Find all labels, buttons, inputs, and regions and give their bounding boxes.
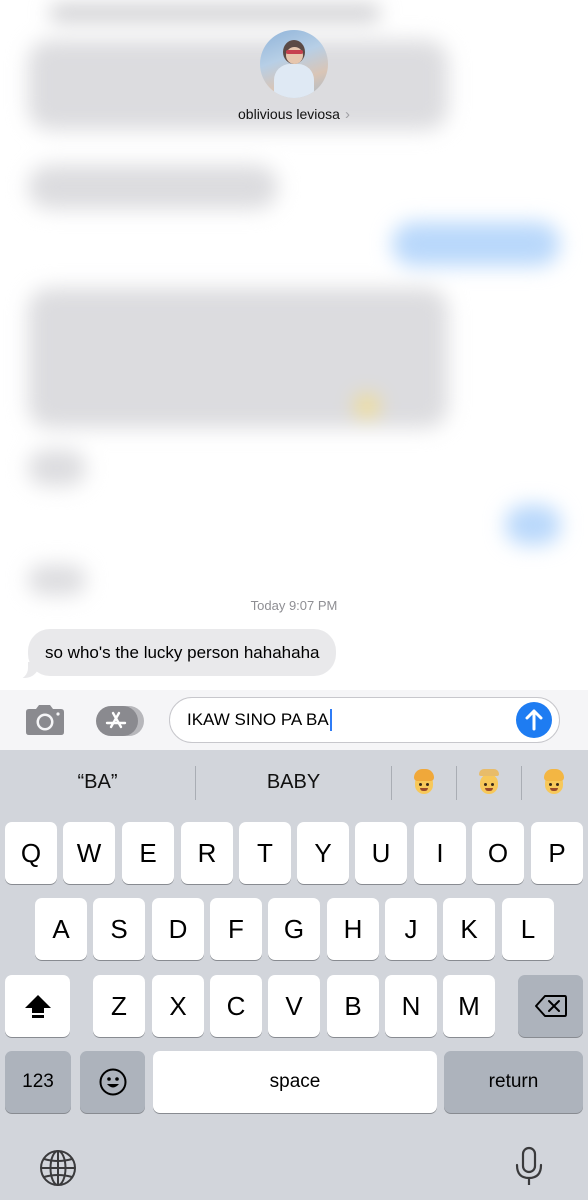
key-z[interactable]: Z xyxy=(93,975,145,1037)
space-key-label: space xyxy=(269,1071,321,1092)
emoji-suggestion-3[interactable] xyxy=(522,750,586,814)
key-l[interactable]: L xyxy=(502,898,554,960)
key-p[interactable]: P xyxy=(531,822,583,884)
microphone-icon xyxy=(515,1146,543,1185)
key-f[interactable]: F xyxy=(210,898,262,960)
message-timestamp: Today 9:07 PM xyxy=(250,598,338,613)
chevron-right-icon: › xyxy=(344,105,350,123)
key-j[interactable]: J xyxy=(385,898,437,960)
key-k[interactable]: K xyxy=(443,898,495,960)
dictation-button[interactable] xyxy=(512,1146,546,1188)
contact-name-row[interactable]: oblivious leviosa › xyxy=(238,106,350,122)
suggestion-quoted[interactable]: “BA” xyxy=(0,750,195,814)
globe-button[interactable] xyxy=(38,1148,78,1188)
space-key[interactable]: space xyxy=(153,1051,437,1113)
emoji-key[interactable] xyxy=(80,1051,145,1113)
key-t[interactable]: T xyxy=(239,822,291,884)
key-v[interactable]: V xyxy=(268,975,320,1037)
key-x[interactable]: X xyxy=(152,975,204,1037)
incoming-message-bubble[interactable]: so who's the lucky person hahahaha xyxy=(28,629,337,676)
older-man-emoji xyxy=(478,769,500,795)
shift-icon xyxy=(24,995,51,1018)
message-input-text: IKAW SINO PA BA xyxy=(187,710,329,729)
conversation-view[interactable]: oblivious leviosa › Today 9:07 PM so who… xyxy=(0,0,588,690)
person-blond-emoji xyxy=(413,769,435,795)
camera-icon xyxy=(26,705,64,735)
shift-key[interactable] xyxy=(5,975,70,1037)
globe-icon xyxy=(40,1150,76,1186)
key-o[interactable]: O xyxy=(472,822,524,884)
send-button[interactable] xyxy=(516,702,552,738)
apps-button[interactable] xyxy=(94,705,146,737)
key-s[interactable]: S xyxy=(93,898,145,960)
blond-child-emoji xyxy=(543,769,565,795)
app-store-icon xyxy=(96,706,144,736)
emoji-suggestion-1[interactable] xyxy=(392,750,456,814)
key-e[interactable]: E xyxy=(122,822,174,884)
key-i[interactable]: I xyxy=(414,822,466,884)
key-d[interactable]: D xyxy=(152,898,204,960)
emoji-smiley-icon xyxy=(99,1068,126,1096)
text-caret xyxy=(329,709,332,731)
key-y[interactable]: Y xyxy=(297,822,349,884)
arrow-up-icon xyxy=(525,709,543,731)
numbers-key[interactable]: 123 xyxy=(5,1051,71,1113)
emoji-suggestion-2[interactable] xyxy=(457,750,521,814)
backspace-icon xyxy=(534,995,567,1017)
key-q[interactable]: Q xyxy=(5,822,57,884)
key-r[interactable]: R xyxy=(181,822,233,884)
key-a[interactable]: A xyxy=(35,898,87,960)
key-b[interactable]: B xyxy=(327,975,379,1037)
key-n[interactable]: N xyxy=(385,975,437,1037)
key-u[interactable]: U xyxy=(355,822,407,884)
key-m[interactable]: M xyxy=(443,975,495,1037)
message-input[interactable]: IKAW SINO PA BA xyxy=(169,697,560,743)
contact-name: oblivious leviosa xyxy=(238,106,340,122)
backspace-key[interactable] xyxy=(518,975,583,1037)
camera-button[interactable] xyxy=(22,703,68,737)
key-w[interactable]: W xyxy=(63,822,115,884)
key-g[interactable]: G xyxy=(268,898,320,960)
key-c[interactable]: C xyxy=(210,975,262,1037)
key-h[interactable]: H xyxy=(327,898,379,960)
contact-avatar[interactable] xyxy=(260,30,328,98)
numbers-key-label: 123 xyxy=(22,1071,54,1092)
contact-header[interactable]: oblivious leviosa › xyxy=(0,30,588,124)
return-key[interactable]: return xyxy=(444,1051,583,1113)
return-key-label: return xyxy=(488,1071,539,1092)
suggestion-baby[interactable]: BABY xyxy=(196,750,391,814)
